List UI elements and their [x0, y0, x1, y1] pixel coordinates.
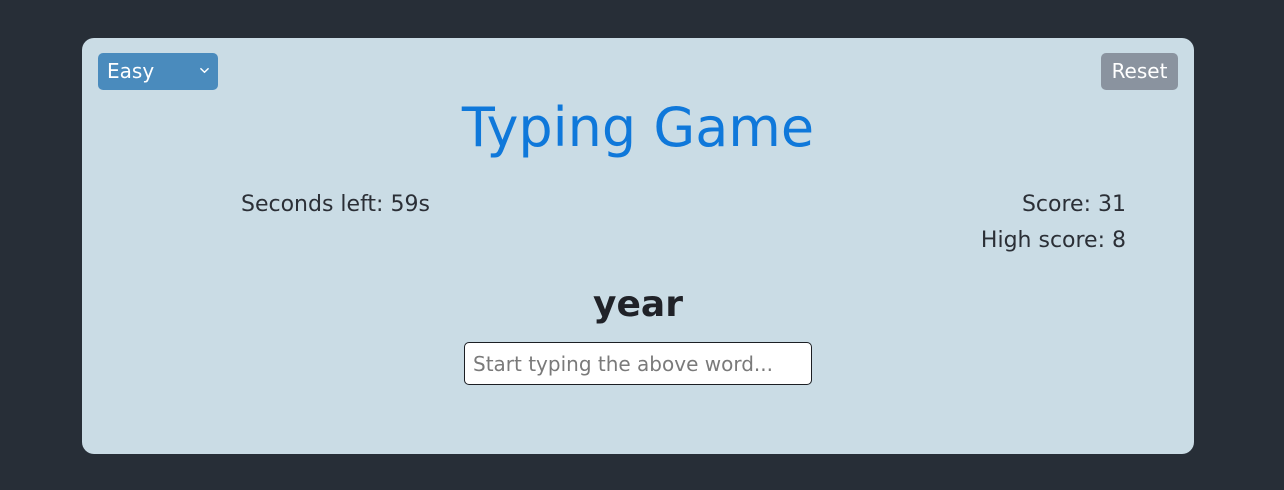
word-input[interactable]: [464, 342, 812, 385]
chevron-down-icon: [200, 67, 209, 74]
seconds-left-label: Seconds left: 59s: [241, 192, 430, 217]
difficulty-select[interactable]: Easy: [98, 53, 218, 90]
current-word: year: [593, 284, 683, 325]
page-title: Typing Game: [461, 96, 815, 159]
difficulty-selected-value: Easy: [107, 59, 155, 83]
score-label: Score: 31: [1021, 192, 1126, 217]
game-card: Easy Reset Typing Game Seconds left: 59s…: [82, 38, 1194, 454]
reset-button[interactable]: Reset: [1101, 53, 1178, 90]
high-score-label: High score: 8: [980, 228, 1126, 253]
